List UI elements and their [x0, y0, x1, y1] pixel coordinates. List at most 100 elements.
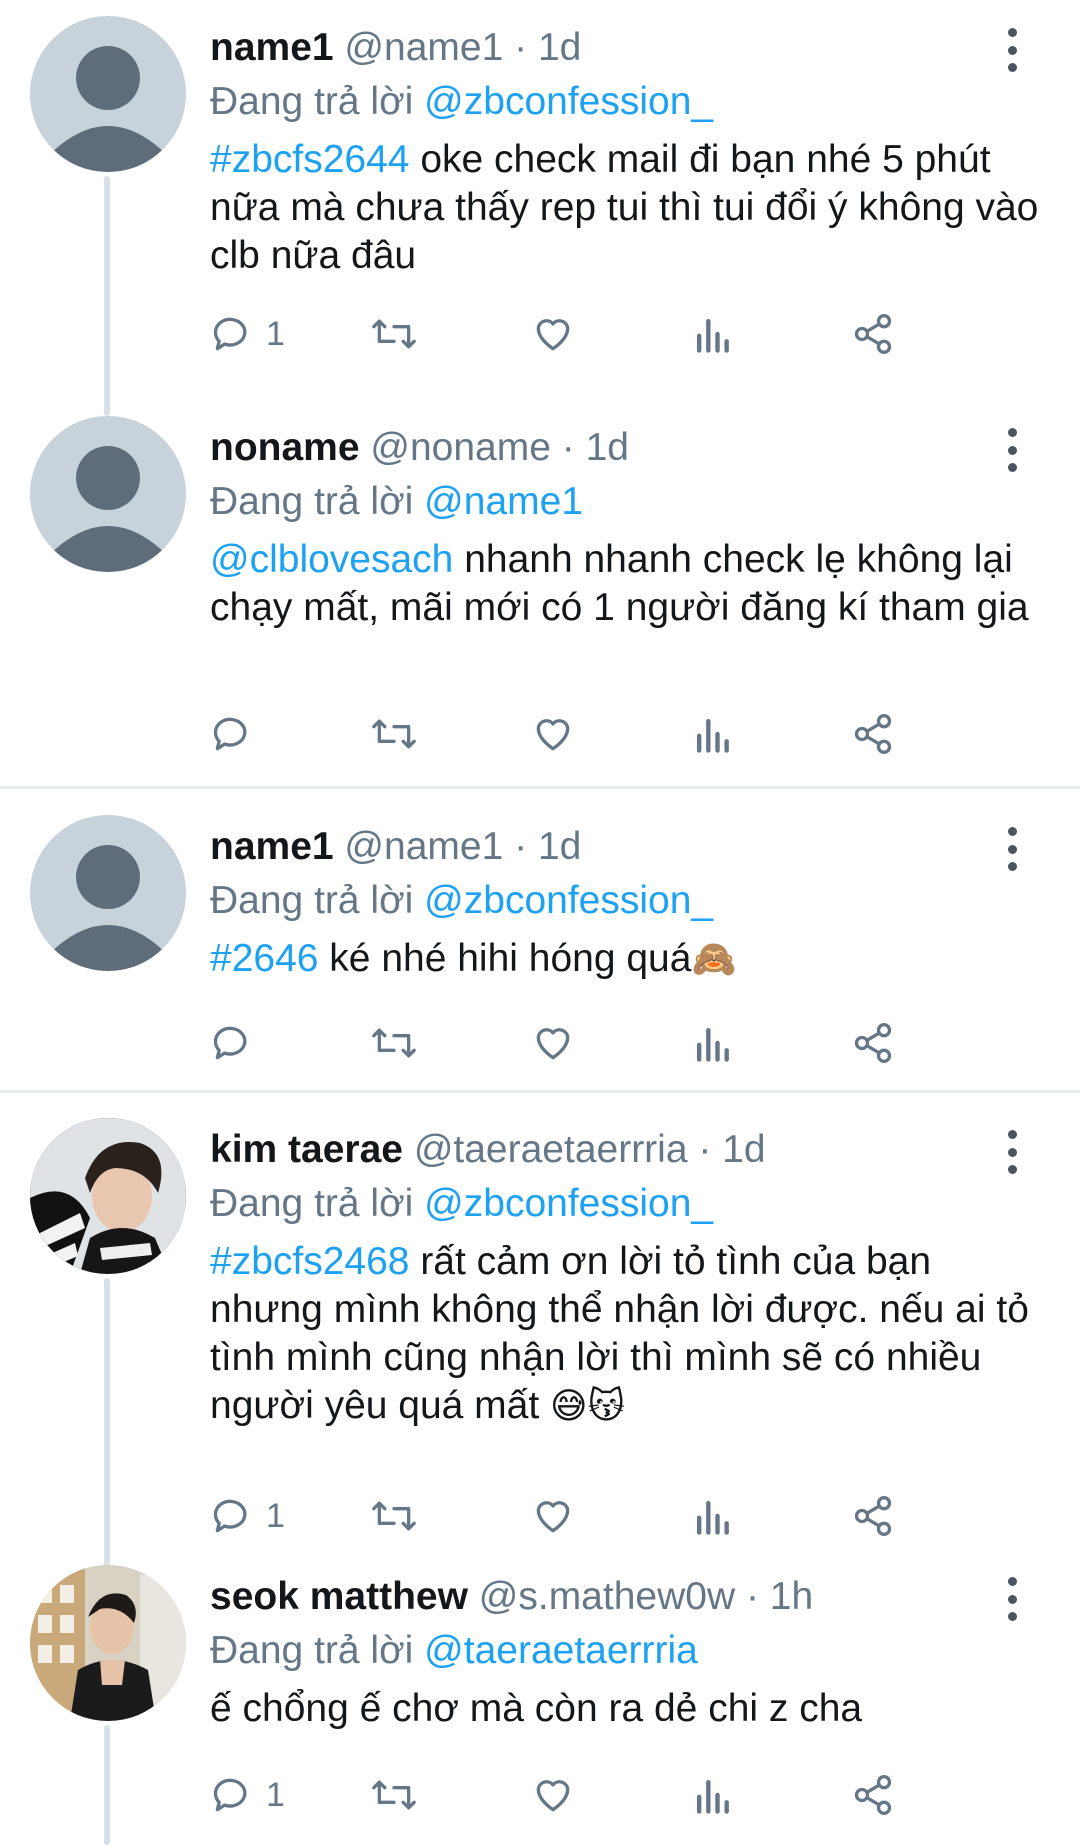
- tweet-text: ế chổng ế chơ mà còn ra dẻ chi z cha: [210, 1685, 1040, 1733]
- analytics-button[interactable]: [692, 1767, 732, 1823]
- retweet-button[interactable]: [370, 706, 418, 762]
- handle[interactable]: @name1: [344, 26, 503, 69]
- analytics-icon: [696, 318, 729, 353]
- like-button[interactable]: [530, 306, 576, 362]
- share-button[interactable]: [850, 306, 896, 362]
- avatar[interactable]: [30, 16, 186, 172]
- share-icon: [854, 1023, 892, 1063]
- reply-button[interactable]: [210, 1015, 266, 1071]
- retweet-icon: [372, 719, 416, 749]
- reply-to-mention[interactable]: @zbconfession_: [424, 879, 713, 922]
- timestamp[interactable]: 1h: [770, 1575, 813, 1618]
- profile-photo: [30, 1118, 186, 1274]
- tweet-text: #zbcfs2644 oke check mail đi bạn nhé 5 p…: [210, 136, 1040, 280]
- like-icon: [536, 319, 570, 351]
- tweet-header: noname @noname · 1d: [210, 426, 990, 470]
- hashtag-link[interactable]: #zbcfs2468: [210, 1240, 409, 1283]
- tweet-text: #2646 ké nhé hihi hóng quá🙈: [210, 935, 1040, 984]
- retweet-button[interactable]: [370, 306, 418, 362]
- more-options-icon[interactable]: [1004, 1130, 1020, 1174]
- avatar[interactable]: [30, 1118, 186, 1274]
- profile-photo: [30, 1565, 186, 1721]
- retweet-button[interactable]: [370, 1488, 418, 1544]
- share-button[interactable]: [850, 1015, 896, 1071]
- handle[interactable]: @name1: [344, 825, 503, 868]
- like-button[interactable]: [530, 706, 576, 762]
- analytics-icon: [696, 1779, 729, 1814]
- retweet-icon: [372, 1501, 416, 1531]
- avatar[interactable]: [30, 815, 186, 971]
- like-button[interactable]: [530, 1767, 576, 1823]
- display-name[interactable]: kim taerae: [210, 1128, 403, 1171]
- handle[interactable]: @taeraetaerrria: [414, 1128, 688, 1171]
- retweet-button[interactable]: [370, 1015, 418, 1071]
- tweet[interactable]: name1 @name1 · 1d Đang trả lời @zbconfes…: [0, 815, 1080, 1085]
- display-name[interactable]: name1: [210, 825, 334, 868]
- timestamp[interactable]: 1d: [586, 426, 629, 469]
- thread-line: [104, 1278, 110, 1588]
- timestamp[interactable]: 1d: [538, 26, 581, 69]
- more-options-icon[interactable]: [1004, 428, 1020, 472]
- reply-count: 1: [266, 1496, 285, 1535]
- like-button[interactable]: [530, 1488, 576, 1544]
- reply-button[interactable]: 1: [210, 1488, 285, 1544]
- analytics-button[interactable]: [692, 306, 732, 362]
- see-no-evil-emoji: 🙈: [691, 939, 737, 980]
- more-options-icon[interactable]: [1004, 1577, 1020, 1621]
- hashtag-link[interactable]: #zbcfs2644: [210, 138, 409, 181]
- handle[interactable]: @noname: [370, 426, 551, 469]
- tweet-text: #zbcfs2468 rất cảm ơn lời tỏ tình của bạ…: [210, 1238, 1040, 1431]
- share-button[interactable]: [850, 1767, 896, 1823]
- like-button[interactable]: [530, 1015, 576, 1071]
- share-icon: [854, 714, 892, 754]
- reply-to-mention[interactable]: @name1: [424, 480, 583, 523]
- tweet-header: seok matthew @s.mathew0w · 1h: [210, 1575, 990, 1619]
- hashtag-link[interactable]: #2646: [210, 937, 318, 980]
- reply-to-mention[interactable]: @zbconfession_: [424, 80, 713, 123]
- default-avatar-icon: [48, 446, 168, 572]
- display-name[interactable]: seok matthew: [210, 1575, 468, 1618]
- tweet[interactable]: noname @noname · 1d Đang trả lời @name1 …: [0, 416, 1080, 786]
- tweet-text: @clblovesach nhanh nhanh check lẹ không …: [210, 536, 1040, 632]
- like-icon: [536, 1028, 570, 1060]
- reply-count: 1: [266, 314, 285, 353]
- more-options-icon[interactable]: [1004, 827, 1020, 871]
- reply-to-mention[interactable]: @zbconfession_: [424, 1182, 713, 1225]
- avatar[interactable]: [30, 1565, 186, 1721]
- avatar[interactable]: [30, 416, 186, 572]
- retweet-button[interactable]: [370, 1767, 418, 1823]
- replying-label: Đang trả lời: [210, 1629, 414, 1672]
- like-icon: [536, 1780, 570, 1812]
- replying-to: Đang trả lời @zbconfession_: [210, 1182, 713, 1226]
- reply-button[interactable]: [210, 706, 266, 762]
- handle[interactable]: @s.mathew0w: [479, 1575, 735, 1618]
- retweet-icon: [372, 1028, 416, 1058]
- mention-link[interactable]: @clblovesach: [210, 538, 453, 581]
- reply-icon: [213, 1778, 247, 1812]
- like-icon: [536, 719, 570, 751]
- analytics-button[interactable]: [692, 1488, 732, 1544]
- tweet-feed: name1 @name1 · 1d Đang trả lời @zbconfes…: [0, 0, 1080, 1845]
- timestamp[interactable]: 1d: [722, 1128, 765, 1171]
- reply-to-mention[interactable]: @taeraetaerrria: [424, 1629, 698, 1672]
- display-name[interactable]: noname: [210, 426, 360, 469]
- more-options-icon[interactable]: [1004, 28, 1020, 72]
- analytics-button[interactable]: [692, 706, 732, 762]
- tweet[interactable]: seok matthew @s.mathew0w · 1h Đang trả l…: [0, 1565, 1080, 1845]
- tweet[interactable]: kim taerae @taeraetaerrria · 1d Đang trả…: [0, 1118, 1080, 1588]
- tweet[interactable]: name1 @name1 · 1d Đang trả lời @zbconfes…: [0, 16, 1080, 416]
- separator: ·: [514, 825, 528, 868]
- reply-icon: [213, 717, 247, 751]
- timestamp[interactable]: 1d: [538, 825, 581, 868]
- display-name[interactable]: name1: [210, 26, 334, 69]
- tweet-body: ké nhé hihi hóng quá: [318, 937, 692, 980]
- analytics-button[interactable]: [692, 1015, 732, 1071]
- share-button[interactable]: [850, 706, 896, 762]
- reply-button[interactable]: 1: [210, 1767, 285, 1823]
- tweet-header: name1 @name1 · 1d: [210, 26, 990, 70]
- share-button[interactable]: [850, 1488, 896, 1544]
- separator: ·: [561, 426, 575, 469]
- reply-button[interactable]: 1: [210, 306, 285, 362]
- separator: ·: [514, 26, 528, 69]
- action-bar: 1: [210, 1767, 1010, 1823]
